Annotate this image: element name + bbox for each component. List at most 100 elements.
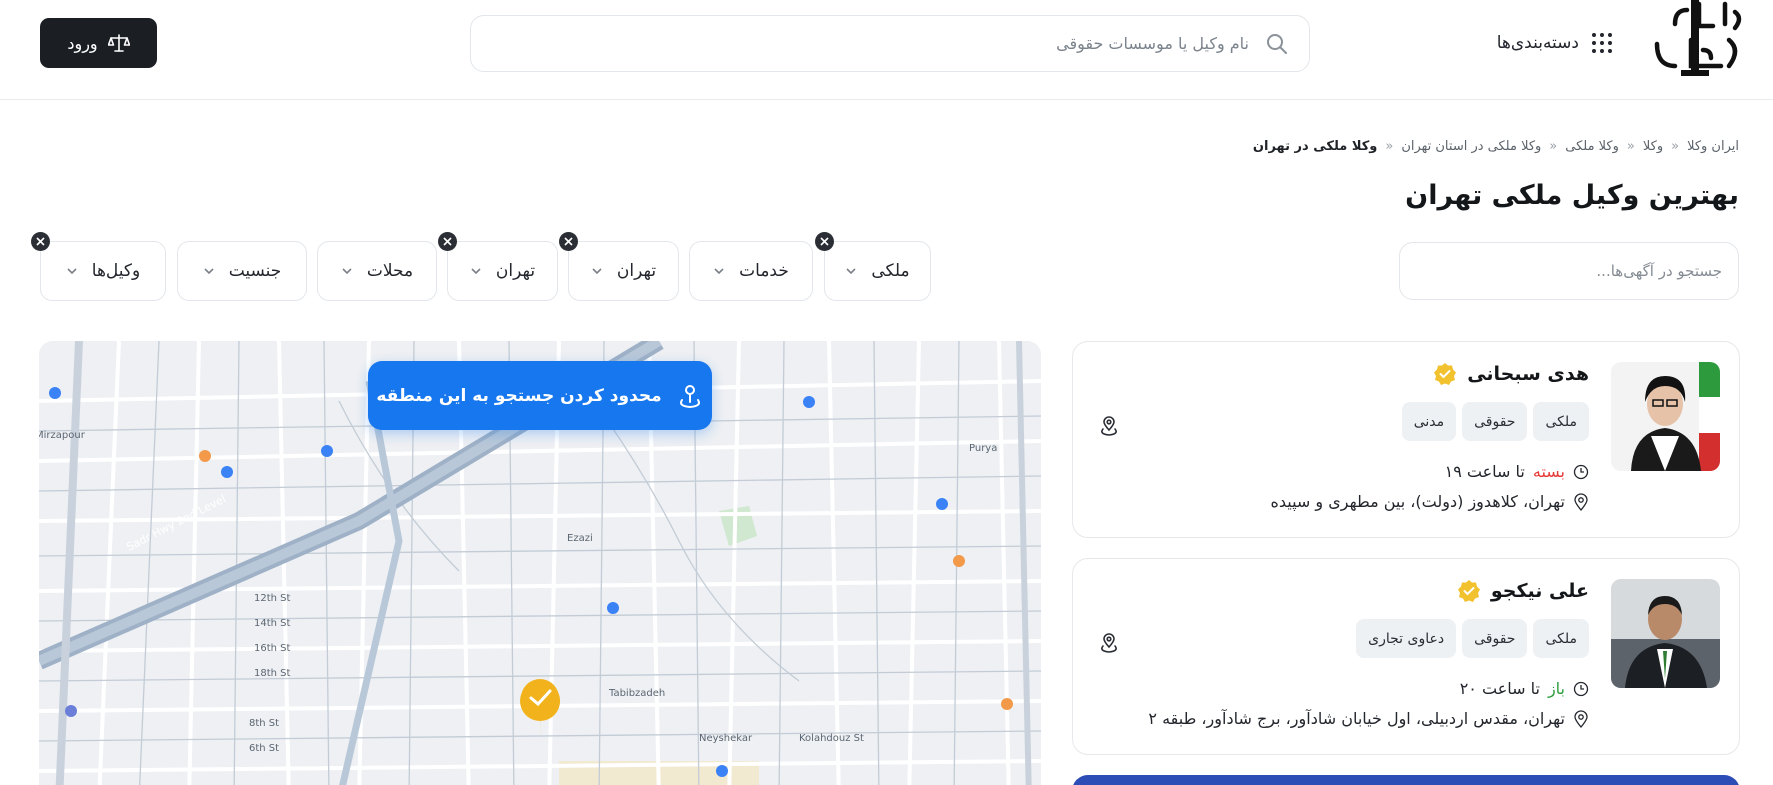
clock-icon <box>1573 681 1589 696</box>
categories-label: دسته‌بندی‌ها <box>1496 33 1579 53</box>
ad-search-input[interactable] <box>1416 262 1722 280</box>
filter-chip-neighborhoods[interactable]: محلات <box>317 241 437 301</box>
lawyer-card[interactable]: هدی سبحانی ملکی حقوقی مدنی بسته تا ساعت … <box>1072 341 1740 538</box>
svg-text:18th St: 18th St <box>254 668 291 679</box>
login-label: ورود <box>67 33 98 53</box>
remove-filter-icon[interactable] <box>31 232 50 251</box>
site-header: دسته‌بندی‌ها ورود <box>0 0 1773 100</box>
breadcrumb-item[interactable]: وکلا ملکی در استان تهران <box>1401 139 1541 154</box>
chevron-down-icon <box>846 268 856 275</box>
svg-text:Kolahdouz St: Kolahdouz St <box>799 733 864 744</box>
chevron-icon: « <box>1385 139 1394 154</box>
chip-label: تهران <box>495 261 536 281</box>
lawyer-name[interactable]: هدی سبحانی <box>1467 363 1589 385</box>
breadcrumb-item[interactable]: ایران وکلا <box>1687 139 1739 154</box>
filter-chip-city[interactable]: تهران <box>559 232 679 301</box>
tag: ملکی <box>1533 402 1589 441</box>
lawyer-card-partial[interactable] <box>1072 775 1740 785</box>
chevron-down-icon <box>592 268 602 275</box>
svg-text:Neyshekar: Neyshekar <box>699 733 753 744</box>
svg-text:12th St: 12th St <box>254 593 291 604</box>
lawyer-name[interactable]: علی نیکجو <box>1491 580 1589 602</box>
header-search[interactable] <box>470 15 1310 72</box>
categories-menu[interactable]: دسته‌بندی‌ها <box>1497 26 1613 60</box>
svg-text:Mirzapour: Mirzapour <box>39 430 86 441</box>
lawyer-photo[interactable] <box>1611 362 1720 471</box>
tag: دعاوی تجاری <box>1356 619 1457 658</box>
chip-label: محلات <box>366 261 414 281</box>
lawyer-tags: ملکی حقوقی مدنی <box>1401 402 1589 441</box>
office-hours: بسته تا ساعت ۱۹ <box>1445 462 1589 481</box>
chip-label: ملکی <box>871 261 910 281</box>
search-input[interactable] <box>569 34 1249 53</box>
tag: حقوقی <box>1462 619 1528 658</box>
svg-text:Ezazi: Ezazi <box>567 533 593 544</box>
chevron-icon: « <box>1671 139 1680 154</box>
chip-label: جنسیت <box>228 261 282 281</box>
breadcrumb-item[interactable]: وکلا ملکی <box>1565 139 1619 154</box>
svg-text:16th St: 16th St <box>254 643 291 654</box>
map-location-icon <box>1101 416 1117 436</box>
breadcrumb-current: وکلا ملکی در تهران <box>1252 139 1378 154</box>
clock-icon <box>1573 464 1589 479</box>
verified-badge-icon <box>1457 580 1480 602</box>
office-address: تهران، کلاهدوز (دولت)، بین مطهری و سپیده <box>1270 492 1589 511</box>
svg-text:Tabibzadeh: Tabibzadeh <box>608 688 665 699</box>
filter-chip-province[interactable]: تهران <box>438 232 558 301</box>
login-button[interactable]: ورود <box>40 18 157 68</box>
verified-badge-icon <box>1434 363 1457 385</box>
filter-chip-services[interactable]: خدمات <box>689 241 813 301</box>
tag: ملکی <box>1533 619 1589 658</box>
location-pin-icon <box>1574 709 1588 728</box>
chevron-down-icon <box>67 268 77 275</box>
filter-chip-category[interactable]: ملکی <box>815 232 931 301</box>
remove-filter-icon[interactable] <box>815 232 834 251</box>
chip-label: خدمات <box>739 261 789 281</box>
scales-icon <box>107 34 130 52</box>
location-pin-icon <box>1574 492 1588 511</box>
lawyer-tags: ملکی حقوقی دعاوی تجاری <box>1356 619 1589 658</box>
filter-chip-gender[interactable]: جنسیت <box>177 241 307 301</box>
chevron-down-icon <box>714 268 724 275</box>
show-on-map-button[interactable] <box>1093 410 1125 442</box>
map-pin-area-icon <box>679 384 700 408</box>
lawyer-card[interactable]: علی نیکجو ملکی حقوقی دعاوی تجاری باز تا … <box>1072 558 1740 755</box>
status-closed: بسته <box>1532 462 1565 481</box>
chevron-down-icon <box>342 268 352 275</box>
grid-icon <box>1592 33 1612 53</box>
status-open: باز <box>1547 679 1565 698</box>
limit-search-area-button[interactable]: محدود کردن جستجو به این منطقه <box>368 361 712 430</box>
limit-search-label: محدود کردن جستجو به این منطقه <box>376 385 662 406</box>
remove-filter-icon[interactable] <box>438 232 457 251</box>
chevron-icon: « <box>1549 139 1558 154</box>
map-location-icon <box>1101 633 1117 653</box>
site-logo[interactable] <box>1647 0 1743 78</box>
svg-text:Purya: Purya <box>969 443 997 454</box>
lawyer-photo[interactable] <box>1611 579 1720 688</box>
address-text: تهران، کلاهدوز (دولت)، بین مطهری و سپیده <box>1270 492 1565 511</box>
chevron-down-icon <box>471 268 481 275</box>
lawyer-name-row: علی نیکجو <box>1457 579 1589 603</box>
svg-text:6th St: 6th St <box>249 743 279 754</box>
remove-filter-icon[interactable] <box>559 232 578 251</box>
chip-label: وکیل‌ها <box>91 261 141 281</box>
office-hours: باز تا ساعت ۲۰ <box>1460 679 1589 698</box>
svg-text:8th St: 8th St <box>249 718 279 729</box>
filter-chip-lawyers[interactable]: وکیل‌ها <box>31 232 166 301</box>
chevron-down-icon <box>204 268 214 275</box>
chevron-icon: « <box>1626 139 1635 154</box>
ad-search-box[interactable] <box>1399 242 1739 300</box>
hours-text: تا ساعت ۲۰ <box>1459 679 1540 698</box>
tag: حقوقی <box>1462 402 1528 441</box>
lawyer-name-row: هدی سبحانی <box>1433 362 1589 386</box>
address-text: تهران، مقدس اردبیلی، اول خیابان شادآور، … <box>1148 709 1565 728</box>
office-address: تهران، مقدس اردبیلی، اول خیابان شادآور، … <box>1148 709 1589 728</box>
results-map[interactable]: Mirzapour Sadr Hwy 2nd Level Ezazi Tabib… <box>39 341 1041 785</box>
chip-label: تهران <box>616 261 657 281</box>
breadcrumb-item[interactable]: وکلا <box>1643 139 1663 154</box>
svg-text:14th St: 14th St <box>254 618 291 629</box>
search-icon <box>1267 33 1287 54</box>
show-on-map-button[interactable] <box>1093 627 1125 659</box>
tag: مدنی <box>1401 402 1457 441</box>
page-title: بهترین وکیل ملکی تهران <box>1405 180 1739 211</box>
